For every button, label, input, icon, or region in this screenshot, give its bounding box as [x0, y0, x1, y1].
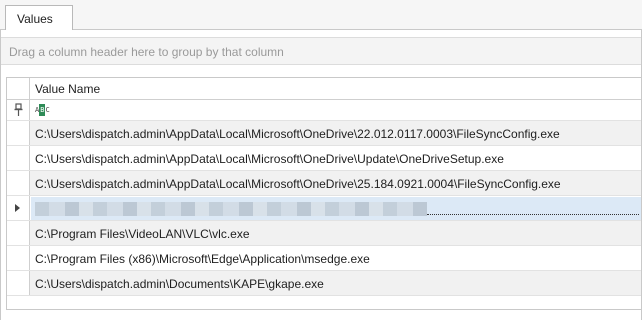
focus-outline [427, 214, 639, 215]
value-name-cell: C:\Program Files\VideoLAN\VLC\vlc.exe [35, 227, 250, 241]
table-row-selected[interactable] [7, 196, 641, 221]
table-row[interactable]: C:\Program Files (x86)\Microsoft\Edge\Ap… [7, 246, 641, 271]
header-indicator-cell [7, 78, 30, 99]
tab-strip: Values [0, 0, 642, 31]
tab-values-label: Values [17, 12, 53, 26]
table-row[interactable]: C:\Users\dispatch.admin\AppData\Local\Mi… [7, 146, 641, 171]
row-indicator [7, 171, 30, 195]
row-indicator [7, 271, 30, 295]
row-indicator [7, 146, 30, 170]
value-name-cell: C:\Users\dispatch.admin\AppData\Local\Mi… [35, 177, 561, 191]
filter-row-indicator [7, 100, 30, 120]
auto-filter-row[interactable]: ABC [7, 100, 641, 121]
column-header-value-name[interactable]: Value Name [35, 82, 100, 96]
table-row[interactable]: C:\Users\dispatch.admin\AppData\Local\Mi… [7, 171, 641, 196]
row-indicator [7, 196, 30, 220]
redacted-value [35, 202, 427, 216]
group-by-hint: Drag a column header here to group by th… [9, 45, 284, 59]
grid-header: Value Name [7, 78, 641, 100]
value-name-cell: C:\Program Files (x86)\Microsoft\Edge\Ap… [35, 252, 370, 266]
value-name-cell: C:\Users\dispatch.admin\Documents\KAPE\g… [35, 277, 324, 291]
values-panel: Drag a column header here to group by th… [0, 30, 642, 320]
group-by-panel[interactable]: Drag a column header here to group by th… [1, 37, 641, 65]
row-indicator [7, 246, 30, 270]
abc-icon[interactable]: ABC [35, 104, 50, 116]
value-name-cell: C:\Users\dispatch.admin\AppData\Local\Mi… [35, 127, 560, 141]
values-grid: Value Name ABC C:\Users\dispatch.admin\A… [6, 77, 641, 310]
table-row[interactable]: C:\Program Files\VideoLAN\VLC\vlc.exe [7, 221, 641, 246]
table-row[interactable]: C:\Users\dispatch.admin\AppData\Local\Mi… [7, 121, 641, 146]
tab-values[interactable]: Values [5, 5, 73, 31]
row-indicator [7, 221, 30, 245]
pin-icon [14, 103, 23, 116]
focused-row-arrow-icon [15, 204, 20, 212]
row-indicator [7, 121, 30, 145]
value-name-cell: C:\Users\dispatch.admin\AppData\Local\Mi… [35, 152, 504, 166]
table-row[interactable]: C:\Users\dispatch.admin\Documents\KAPE\g… [7, 271, 641, 296]
